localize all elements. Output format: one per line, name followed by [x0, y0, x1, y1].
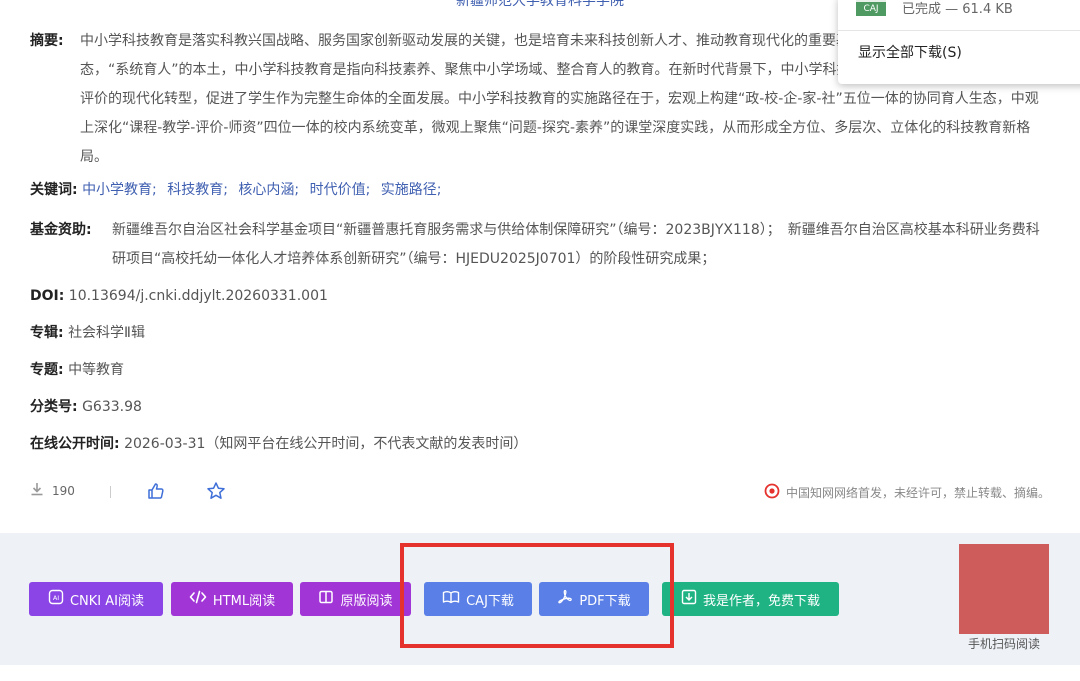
popup-divider [838, 30, 1080, 31]
download-count: 190 [30, 482, 75, 499]
series-label: 专辑: [30, 325, 64, 341]
original-read-button[interactable]: 原版阅读 [300, 582, 411, 616]
fund-text: 新疆维吾尔自治区社会科学基金项目“新疆普惠托育服务需求与供给体制保障研究”（编号… [112, 222, 1040, 267]
author-free-download-button[interactable]: 我是作者，免费下载 [662, 582, 839, 616]
download-count-value: 190 [52, 483, 75, 498]
book-icon [318, 589, 334, 609]
ai-icon: AI [48, 589, 64, 609]
class-number-row: 分类号: G633.98 [30, 393, 1050, 421]
topic-label: 专题: [30, 362, 64, 378]
doi-row: DOI: 10.13694/j.cnki.ddjylt.20260331.001 [30, 282, 1050, 310]
series-value: 社会科学Ⅱ辑 [68, 325, 145, 341]
favorite-star-icon[interactable] [206, 481, 226, 504]
highlight-box [400, 543, 674, 648]
html-read-label: HTML阅读 [212, 593, 276, 609]
caj-file-icon: CAJ [856, 0, 886, 16]
topic-value: 中等教育 [68, 362, 125, 378]
copyright-notice: 中国知网网络首发，未经许可，禁止转载、摘编。 [764, 483, 1050, 502]
qr-code-label: 手机扫码阅读 [967, 637, 1040, 651]
class-number-label: 分类号: [30, 399, 78, 415]
author-free-download-label: 我是作者，免费下载 [702, 593, 820, 609]
series-row: 专辑: 社会科学Ⅱ辑 [30, 319, 1050, 347]
code-icon [189, 590, 207, 608]
cnki-ai-read-button[interactable]: AI CNKI AI阅读 [29, 582, 163, 616]
download-popup: CAJ 已完成 — 61.4 KB 显示全部下载(S) [838, 0, 1080, 84]
doi-label: DOI: [30, 288, 65, 304]
pubtime-value: 2026-03-31（知网平台在线公开时间，不代表文献的发表时间） [124, 436, 528, 452]
topic-row: 专题: 中等教育 [30, 356, 1050, 384]
keywords-label: 关键词: [30, 182, 78, 198]
original-read-label: 原版阅读 [340, 593, 393, 609]
qr-code [959, 544, 1049, 634]
stats-divider [110, 486, 111, 498]
pubtime-label: 在线公开时间: [30, 436, 120, 452]
stats-bar: 190 中国知网网络首发，未经许可，禁止转载、摘编。 [30, 480, 1050, 506]
abstract-label: 摘要: [30, 33, 64, 49]
cnki-ai-read-label: CNKI AI阅读 [69, 593, 145, 609]
keyword-link[interactable]: 实施路径; [381, 182, 442, 198]
show-all-downloads-link[interactable]: 显示全部下载(S) [858, 42, 962, 62]
doi-value: 10.13694/j.cnki.ddjylt.20260331.001 [68, 288, 328, 304]
keyword-link[interactable]: 中小学教育; [82, 182, 157, 198]
html-read-button[interactable]: HTML阅读 [171, 582, 293, 616]
download-icon [30, 482, 44, 499]
download-box-icon [681, 589, 697, 609]
keyword-link[interactable]: 核心内涵; [238, 182, 299, 198]
keywords-section: 关键词: 中小学教育; 科技教育; 核心内涵; 时代价值; 实施路径; [30, 176, 1050, 204]
svg-text:AI: AI [53, 594, 59, 602]
target-icon [764, 483, 780, 502]
pubtime-row: 在线公开时间: 2026-03-31（知网平台在线公开时间，不代表文献的发表时间… [30, 430, 1050, 458]
keyword-link[interactable]: 科技教育; [167, 182, 228, 198]
fund-label: 基金资助: [30, 222, 92, 238]
keyword-link[interactable]: 时代价值; [310, 182, 371, 198]
class-number-value: G633.98 [82, 399, 142, 415]
copyright-notice-text: 中国知网网络首发，未经许可，禁止转载、摘编。 [785, 486, 1050, 500]
download-status: 已完成 — 61.4 KB [902, 2, 1013, 17]
like-icon[interactable] [146, 481, 166, 504]
fund-section: 基金资助: 新疆维吾尔自治区社会科学基金项目“新疆普惠托育服务需求与供给体制保障… [30, 216, 1050, 274]
